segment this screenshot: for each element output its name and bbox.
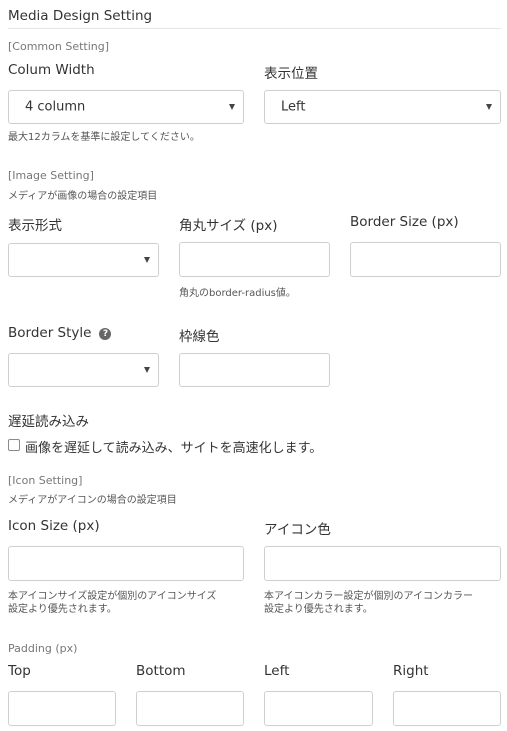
radius-label: 角丸サイズ (px) [179, 218, 278, 234]
border-size-input[interactable] [350, 242, 501, 277]
title-divider [8, 28, 501, 29]
display-format-select[interactable] [8, 243, 159, 277]
icon-color-note-line1: 本アイコンカラー設定が個別のアイコンカラー [264, 591, 473, 602]
icon-color-label: アイコン色 [264, 522, 331, 538]
column-width-note: 最大12カラムを基準に設定してください。 [8, 132, 200, 143]
padding-heading: Padding (px) [8, 642, 78, 655]
lazy-load-checkbox[interactable] [8, 439, 20, 451]
icon-size-note-line2: 設定より優先されます。 [8, 604, 117, 615]
chevron-down-icon [229, 104, 235, 110]
border-color-input[interactable] [179, 353, 330, 387]
radius-input[interactable] [179, 242, 330, 277]
icon-size-label: Icon Size (px) [8, 518, 100, 534]
padding-left-label: Left [264, 663, 290, 679]
border-style-select[interactable] [8, 353, 159, 387]
padding-left-input[interactable] [264, 691, 373, 726]
padding-top-label: Top [8, 663, 31, 679]
display-format-label: 表示形式 [8, 218, 62, 234]
column-width-label: Colum Width [8, 62, 95, 78]
radius-note: 角丸のborder-radius値。 [179, 288, 296, 299]
panel-title: Media Design Setting [8, 8, 153, 24]
icon-setting-subtitle: メディアがアイコンの場合の設定項目 [8, 495, 177, 506]
chevron-down-icon [486, 104, 492, 110]
border-style-label-row: Border Style? [8, 325, 112, 341]
padding-bottom-label: Bottom [136, 663, 186, 679]
padding-right-input[interactable] [393, 691, 501, 726]
border-size-label: Border Size (px) [350, 214, 459, 230]
padding-right-label: Right [393, 663, 429, 679]
image-setting-subtitle: メディアが画像の場合の設定項目 [8, 191, 158, 202]
image-setting-heading: [Image Setting] [8, 169, 94, 182]
icon-size-input[interactable] [8, 546, 244, 581]
icon-setting-heading: [Icon Setting] [8, 474, 83, 487]
display-position-label: 表示位置 [264, 66, 318, 82]
column-width-value: 4 column [25, 99, 86, 115]
column-width-select[interactable]: 4 column [8, 90, 244, 124]
border-style-label: Border Style [8, 325, 92, 341]
padding-top-input[interactable] [8, 691, 116, 726]
chevron-down-icon [144, 257, 150, 263]
border-color-label: 枠線色 [179, 329, 220, 345]
icon-color-input[interactable] [264, 546, 501, 581]
display-position-select[interactable]: Left [264, 90, 501, 124]
display-position-value: Left [281, 99, 306, 115]
question-circle-icon[interactable]: ? [99, 328, 112, 340]
lazy-load-checkbox-label[interactable]: 画像を遅延して読み込み、サイトを高速化します。 [25, 437, 322, 456]
common-setting-heading: [Common Setting] [8, 40, 110, 53]
icon-size-note-line1: 本アイコンサイズ設定が個別のアイコンサイズ [8, 591, 217, 602]
icon-color-note-line2: 設定より優先されます。 [264, 604, 373, 615]
media-design-setting-panel: Media Design Setting [Common Setting] Co… [0, 0, 507, 731]
chevron-down-icon [144, 367, 150, 373]
padding-bottom-input[interactable] [136, 691, 244, 726]
lazy-load-label: 遅延読み込み [8, 414, 89, 430]
